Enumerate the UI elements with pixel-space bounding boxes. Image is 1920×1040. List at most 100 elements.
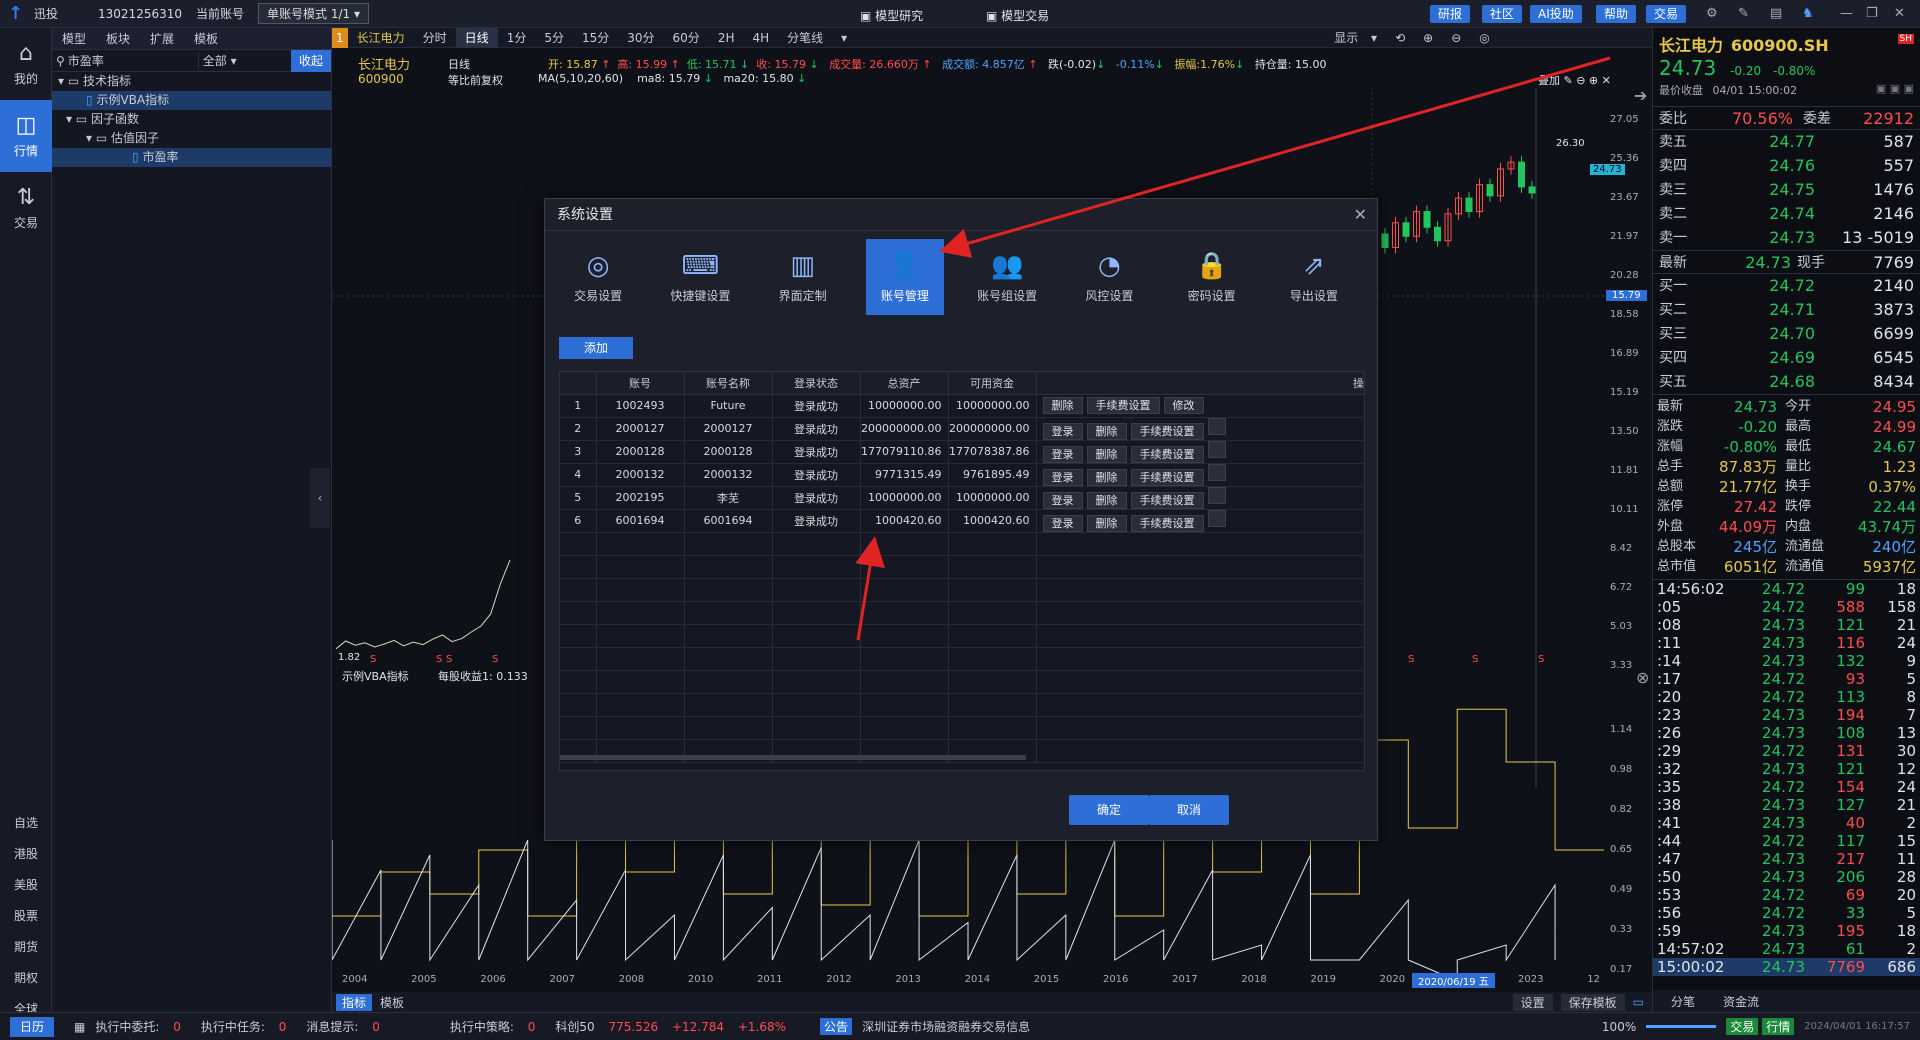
gear-icon[interactable]: ⚙ [1706, 6, 1718, 21]
book-row[interactable]: 买三 24.70 6699 [1653, 322, 1920, 346]
nav-trade[interactable]: ⇅ 交易 [0, 172, 52, 244]
tab-account-manage[interactable]: 👤 账号管理 [865, 239, 944, 315]
book-row[interactable]: 卖二 24.74 2146 [1653, 202, 1920, 226]
account-mode-select[interactable]: 单账号模式 1/1 ▾ [258, 3, 369, 24]
research-report-button[interactable]: 研报 [1430, 5, 1471, 23]
settings-button[interactable]: 设置 [1512, 993, 1553, 1011]
tree-node-factor[interactable]: ▾ ▭ 因子函数 [52, 110, 331, 129]
close-icon[interactable]: ✕ [1894, 6, 1905, 21]
row-action-button[interactable]: 登录 [1042, 468, 1083, 486]
msg-info[interactable]: 消息提示: 0 [306, 1018, 390, 1035]
tab-password[interactable]: 🔒 密码设置 [1173, 239, 1251, 315]
zoom-level[interactable]: 100% [1602, 1020, 1636, 1034]
table-row[interactable]: 3 2000128 2000128 登录成功 177079110.86 177078387… [560, 440, 1364, 464]
community-button[interactable]: 社区 [1482, 5, 1523, 23]
search-input[interactable]: 市盈率 [68, 52, 198, 69]
tab-hotkey-settings[interactable]: ⌨ 快捷键设置 [661, 239, 739, 315]
tab-model[interactable]: 模型 [52, 28, 96, 49]
book-row[interactable]: 卖五 24.77 587 [1653, 130, 1920, 154]
book-row[interactable]: 卖四 24.76 557 [1653, 154, 1920, 178]
arrow-right-icon[interactable]: ➔ [1634, 86, 1647, 105]
nav-options[interactable]: 期权 [0, 963, 52, 994]
row-action-button[interactable] [1207, 440, 1226, 458]
row-action-button[interactable]: 手续费设置 [1130, 468, 1204, 486]
row-action-button[interactable] [1207, 509, 1226, 527]
row-action-button[interactable]: 删除 [1086, 445, 1127, 463]
tab-account-group[interactable]: 👥 账号组设置 [968, 239, 1046, 315]
quote-tools-icon[interactable]: ▣ ▣ ▣ [1876, 82, 1914, 95]
book-row[interactable]: 买四 24.69 6545 [1653, 346, 1920, 370]
row-action-button[interactable] [1207, 463, 1226, 481]
tree-node-pe[interactable]: ▯ 市盈率 [52, 148, 331, 167]
zoom-slider[interactable] [1646, 1025, 1717, 1028]
tick-list[interactable]: 14:56:02 24.72 99 18:05 24.72 588 158:08 24.73 1… [1653, 579, 1920, 976]
notice-text[interactable]: 深圳证券市场融资融券交易信息 [862, 1018, 1030, 1035]
collapse-button[interactable]: 收起 [290, 49, 331, 72]
tree-node-vba[interactable]: ▯ 示例VBA指标 [52, 91, 331, 110]
row-action-button[interactable]: 删除 [1086, 514, 1127, 532]
tree-node-valuation[interactable]: ▾ ▭ 估值因子 [52, 129, 331, 148]
status-quote-tab[interactable]: 行情 [1762, 1018, 1795, 1035]
nav-watchlist[interactable]: 自选 [0, 808, 52, 839]
book-row[interactable]: 卖一 24.73 13 -5019 [1653, 226, 1920, 250]
nav-futures[interactable]: 期货 [0, 932, 52, 963]
table-scrollbar[interactable] [560, 755, 1026, 760]
edit-icon[interactable]: ✎ [1738, 6, 1749, 21]
nav-hk[interactable]: 港股 [0, 839, 52, 870]
row-action-button[interactable]: 手续费设置 [1130, 514, 1204, 532]
row-action-button[interactable]: 手续费设置 [1130, 422, 1204, 440]
row-action-button[interactable]: 删除 [1042, 397, 1083, 414]
row-action-button[interactable]: 修改 [1163, 397, 1204, 414]
panel-toggle-icon[interactable]: ▭ [1633, 995, 1644, 1009]
table-row[interactable]: 6 6001694 6001694 登录成功 1000420.60 1000420.60 登… [560, 509, 1364, 533]
book-row[interactable]: 买一 24.72 2140 [1653, 274, 1920, 298]
book-row[interactable]: 卖三 24.75 1476 [1653, 178, 1920, 202]
model-trade-tab[interactable]: ▣ 模型交易 [986, 7, 1049, 24]
row-action-button[interactable]: 手续费设置 [1086, 397, 1160, 414]
table-row[interactable]: 1 1002493 Future 登录成功 10000000.00 10000000.00… [560, 394, 1364, 418]
collapse-left-icon[interactable]: ‹ [310, 468, 330, 528]
table-row[interactable]: 5 2002195 李芜 登录成功 10000000.00 10000000.00 登录 删除… [560, 486, 1364, 510]
row-action-button[interactable] [1207, 486, 1226, 504]
save-template-button[interactable]: 保存模板 [1560, 993, 1625, 1011]
tab-ui-custom[interactable]: ▥ 界面定制 [764, 239, 842, 315]
ai-assist-button[interactable]: AI投助 [1530, 5, 1582, 23]
tab-export[interactable]: ⇗ 导出设置 [1275, 239, 1353, 315]
tab-extend[interactable]: 扩展 [140, 28, 184, 49]
dialog-close-icon[interactable]: ✕ [1354, 199, 1367, 231]
help-button[interactable]: 帮助 [1596, 5, 1637, 23]
nav-us[interactable]: 美股 [0, 870, 52, 901]
nav-stock[interactable]: 股票 [0, 901, 52, 932]
layout-icon[interactable]: ▤ [1770, 6, 1782, 21]
status-trade-tab[interactable]: 交易 [1726, 1018, 1759, 1035]
restore-icon[interactable]: ❐ [1866, 6, 1878, 21]
nav-mine[interactable]: ⌂ 我的 [0, 28, 52, 100]
row-action-button[interactable]: 手续费设置 [1130, 491, 1204, 509]
tree-node-tech[interactable]: ▾ ▭ 技术指标 [52, 72, 331, 91]
tab-bottom-template[interactable]: 模板 [372, 994, 412, 1011]
row-action-button[interactable]: 删除 [1086, 491, 1127, 509]
book-row[interactable]: 买五 24.68 8434 [1653, 370, 1920, 394]
table-row[interactable]: 4 2000132 2000132 登录成功 9771315.49 9761895.49 登… [560, 463, 1364, 487]
row-action-button[interactable]: 登录 [1042, 422, 1083, 440]
row-action-button[interactable]: 登录 [1042, 514, 1083, 532]
row-action-button[interactable]: 登录 [1042, 445, 1083, 463]
shirt-icon[interactable]: ♞ [1802, 6, 1814, 21]
row-action-button[interactable]: 删除 [1086, 422, 1127, 440]
tab-risk-control[interactable]: ◔ 风控设置 [1070, 239, 1148, 315]
index-kc50[interactable]: 科创50 775.526 +12.784 +1.68% [555, 1018, 796, 1035]
tab-trade-settings[interactable]: ◎ 交易设置 [559, 239, 637, 315]
filter-select[interactable]: 全部 ▾ [197, 52, 252, 69]
row-action-button[interactable]: 登录 [1042, 491, 1083, 509]
book-row[interactable]: 买二 24.71 3873 [1653, 298, 1920, 322]
calendar-button[interactable]: 日历 [10, 1016, 55, 1037]
tab-template[interactable]: 模板 [184, 28, 228, 49]
ok-button[interactable]: 确定 [1069, 795, 1149, 825]
tab-indicator[interactable]: 指标 [336, 993, 373, 1011]
row-action-button[interactable] [1207, 417, 1226, 435]
cancel-button[interactable]: 取消 [1149, 795, 1229, 825]
tab-ticks[interactable]: 分笔 [1653, 993, 1709, 1010]
row-action-button[interactable]: 删除 [1086, 468, 1127, 486]
model-research-tab[interactable]: ▣ 模型研究 [860, 7, 923, 24]
row-action-button[interactable]: 手续费设置 [1130, 445, 1204, 463]
